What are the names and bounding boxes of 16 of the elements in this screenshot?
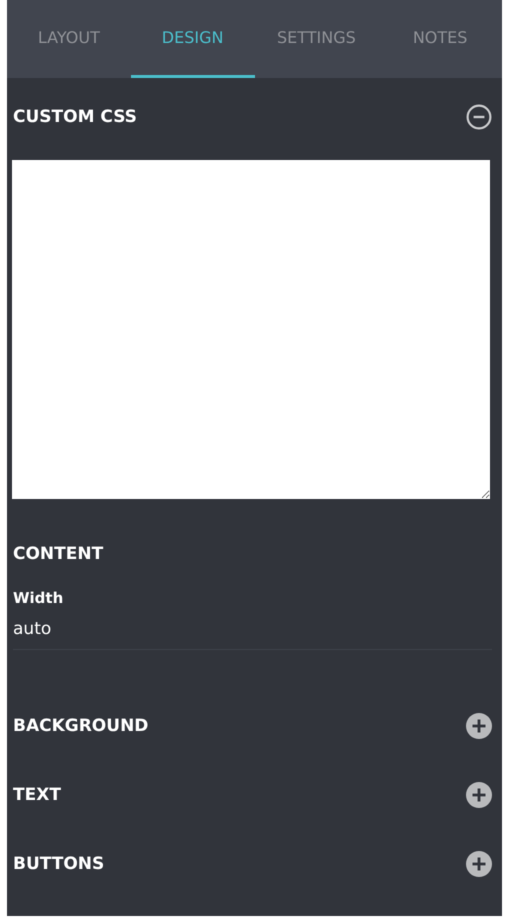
section-title: CONTENT [13, 544, 104, 564]
expand-icon[interactable] [466, 850, 492, 876]
section-title: BUTTONS [13, 854, 104, 874]
expand-icon[interactable] [466, 712, 492, 738]
width-input-field[interactable]: auto [13, 617, 492, 641]
tab[interactable]: DESIGN [130, 0, 254, 78]
section-title: BACKGROUND [13, 716, 148, 736]
expand-icon[interactable] [466, 782, 492, 808]
section-title: CUSTOM CSS [13, 107, 137, 127]
tab[interactable]: SETTINGS [254, 0, 378, 78]
section-title: TEXT [13, 784, 61, 804]
collapse-icon[interactable] [466, 104, 492, 130]
tab[interactable]: NOTES [378, 0, 502, 78]
css-input-field[interactable] [12, 160, 490, 499]
field-label: Width [13, 589, 64, 607]
tab[interactable]: LAYOUT [7, 0, 131, 78]
